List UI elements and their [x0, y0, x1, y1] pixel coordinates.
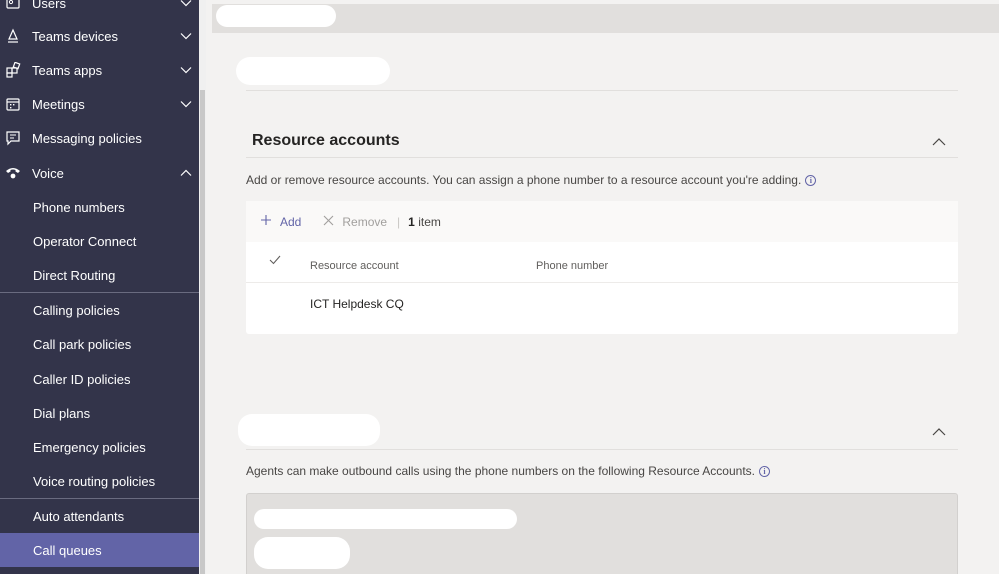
add-label: Add — [280, 214, 302, 229]
sidebar-item-caller-id-policies[interactable]: Caller ID policies — [0, 362, 199, 396]
sidebar-item-messaging-policies[interactable]: Messaging policies — [0, 121, 199, 155]
redacted-region — [236, 57, 390, 85]
section-divider — [246, 90, 958, 91]
sidebar-item-call-park-policies[interactable]: Call park policies — [0, 327, 199, 361]
resource-accounts-description: Add or remove resource accounts. You can… — [246, 173, 817, 187]
redacted-region — [254, 537, 350, 569]
column-header-resource-account[interactable]: Resource account — [310, 260, 399, 272]
resource-accounts-table: Add Remove | 1 item Resource account Pho… — [246, 201, 958, 334]
sidebar-item-label: Calling policies — [33, 302, 120, 318]
sidebar-item-label: Meetings — [32, 96, 85, 112]
sidebar-item-emergency-policies[interactable]: Emergency policies — [0, 430, 199, 464]
teams-apps-icon — [2, 60, 24, 80]
item-count-suffix: item — [418, 214, 441, 229]
sidebar-item-auto-attendants[interactable]: Auto attendants — [0, 499, 199, 533]
redacted-region — [254, 509, 517, 529]
remove-label: Remove — [342, 214, 388, 229]
sidebar-item-label: Voice routing policies — [33, 473, 156, 489]
chevron-down-icon — [173, 100, 199, 108]
outbound-description: Agents can make outbound calls using the… — [246, 464, 770, 478]
sidebar-item-label: Users — [32, 0, 66, 11]
sidebar-item-direct-routing[interactable]: Direct Routing — [0, 258, 199, 292]
sidebar-item-teams-apps[interactable]: Teams apps — [0, 53, 199, 87]
users-icon — [2, 0, 24, 13]
outbound-resource-accounts-box — [246, 493, 958, 574]
table-toolbar: Add Remove | 1 item — [246, 201, 958, 242]
sidebar-item-label: Auto attendants — [33, 508, 125, 524]
sidebar-item-phone-numbers[interactable]: Phone numbers — [0, 190, 199, 224]
main-content: Resource accounts Add or remove resource… — [212, 33, 999, 574]
section-divider — [246, 157, 958, 158]
chevron-down-icon — [173, 0, 199, 7]
sidebar-scrollbar[interactable] — [199, 0, 206, 574]
sidebar-item-label: Teams apps — [32, 62, 103, 78]
collapse-chevron-up-icon[interactable] — [930, 135, 948, 147]
sidebar: Users Teams devices Teams apps Meetings … — [0, 0, 206, 574]
item-count: 1 item — [408, 215, 441, 229]
chevron-up-icon — [173, 169, 199, 177]
meetings-icon — [2, 94, 24, 114]
table-row[interactable]: ICT Helpdesk CQ — [246, 283, 958, 323]
messaging-icon — [2, 128, 24, 148]
plus-icon — [260, 214, 272, 229]
close-icon — [323, 215, 334, 229]
select-all-checkmark-icon[interactable] — [268, 254, 282, 269]
sidebar-item-label: Messaging policies — [32, 130, 142, 146]
teams-devices-icon — [2, 26, 24, 46]
sidebar-item-label: Phone numbers — [33, 199, 125, 215]
sidebar-item-label: Call park policies — [33, 336, 132, 352]
sidebar-item-label: Voice — [32, 165, 64, 181]
sidebar-item-teams-devices[interactable]: Teams devices — [0, 19, 199, 53]
sidebar-item-users[interactable]: Users — [0, 0, 199, 20]
sidebar-item-label: Emergency policies — [33, 439, 146, 455]
sidebar-item-label: Operator Connect — [33, 233, 137, 249]
sidebar-item-voice-routing-policies[interactable]: Voice routing policies — [0, 464, 199, 498]
item-count-number: 1 — [408, 214, 415, 229]
sidebar-item-meetings[interactable]: Meetings — [0, 87, 199, 121]
cell-resource-account: ICT Helpdesk CQ — [310, 297, 404, 311]
chevron-down-icon — [173, 66, 199, 74]
sidebar-item-label: Caller ID policies — [33, 371, 131, 387]
sidebar-item-calling-policies[interactable]: Calling policies — [0, 293, 199, 327]
chevron-down-icon — [173, 32, 199, 40]
toolbar-separator: | — [397, 214, 401, 229]
column-header-phone-number[interactable]: Phone number — [536, 260, 608, 272]
add-button[interactable]: Add — [260, 214, 301, 229]
redacted-section-title — [238, 414, 380, 446]
resource-accounts-title: Resource accounts — [252, 132, 400, 149]
info-icon[interactable]: i — [805, 175, 817, 187]
redacted-region — [216, 5, 336, 27]
sidebar-item-label: Dial plans — [33, 405, 91, 421]
description-text: Add or remove resource accounts. You can… — [246, 173, 802, 187]
voice-icon — [2, 163, 24, 183]
sidebar-item-voice[interactable]: Voice — [0, 156, 199, 190]
collapse-chevron-up-icon[interactable] — [930, 425, 948, 437]
info-icon[interactable]: i — [759, 466, 770, 478]
sidebar-item-dial-plans[interactable]: Dial plans — [0, 396, 199, 430]
description-text: Agents can make outbound calls using the… — [246, 464, 755, 478]
scrollbar-thumb[interactable] — [200, 90, 205, 574]
sidebar-item-operator-connect[interactable]: Operator Connect — [0, 224, 199, 258]
table-header: Resource account Phone number — [246, 242, 958, 283]
sidebar-item-call-queues[interactable]: Call queues — [0, 533, 199, 567]
sidebar-item-label: Call queues — [33, 542, 102, 558]
sidebar-item-label: Direct Routing — [33, 267, 116, 283]
remove-button[interactable]: Remove — [323, 215, 387, 229]
section-divider — [246, 449, 958, 450]
sidebar-item-label: Teams devices — [32, 28, 118, 44]
